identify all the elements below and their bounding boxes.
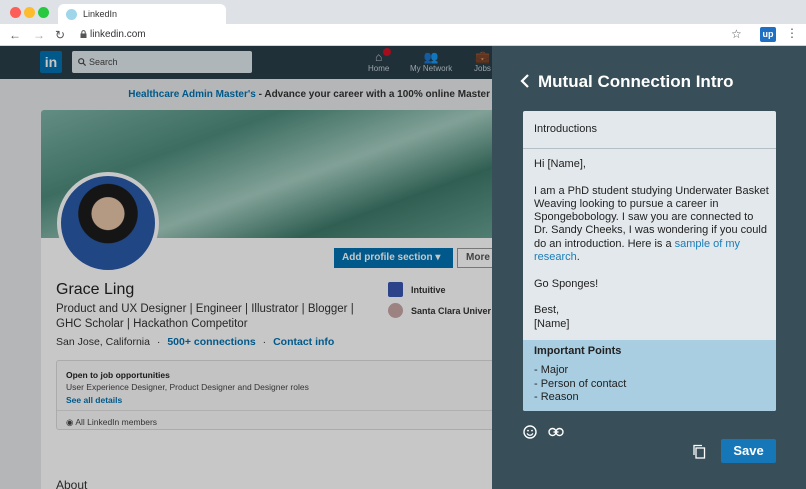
signoff: Best,: [534, 304, 560, 317]
bookmark-star-icon[interactable]: ☆: [731, 27, 742, 41]
points-title: Important Points: [534, 345, 622, 357]
point-item: - Person of contact: [534, 377, 627, 390]
reload-icon[interactable]: ↻: [55, 28, 65, 42]
closing: Go Sponges!: [534, 277, 599, 290]
forward-arrow-icon[interactable]: →: [33, 28, 45, 42]
browser-menu-icon[interactable]: ⋮: [786, 26, 798, 40]
url-field[interactable]: linkedin.com: [90, 29, 146, 40]
lock-icon: [80, 30, 87, 38]
address-bar: ← → ↻ linkedin.com ☆ up ⋮: [0, 24, 806, 46]
maximize-window-button[interactable]: [38, 7, 49, 18]
overlay-dim: [0, 46, 492, 489]
subject-field[interactable]: Introductions: [523, 111, 776, 149]
message-body[interactable]: Hi [Name], I am a PhD student studying U…: [534, 158, 770, 331]
browser-tab[interactable]: LinkedIn: [58, 4, 226, 24]
back-arrow-icon[interactable]: ←: [9, 28, 21, 42]
point-item: - Major: [534, 364, 569, 376]
signature: [Name]: [534, 317, 570, 330]
favicon-icon: [66, 8, 77, 20]
save-button[interactable]: Save: [721, 439, 776, 463]
close-window-button[interactable]: [10, 7, 21, 18]
intro-panel: Mutual Connection Intro Introductions Hi…: [492, 46, 806, 489]
body-paragraph: I am a PhD student studying Underwater B…: [534, 185, 770, 265]
message-editor[interactable]: Introductions Hi [Name], I am a PhD stud…: [523, 111, 776, 411]
extension-icon[interactable]: up: [760, 27, 776, 42]
tab-title: LinkedIn: [83, 9, 118, 19]
point-item: - Reason: [534, 391, 579, 403]
back-chevron-icon[interactable]: [520, 73, 530, 89]
greeting: Hi [Name],: [534, 158, 586, 170]
linkedin-page: in Search ⌂ Home 👥 My Network 💼 Jobs Hea…: [0, 46, 492, 489]
emoji-icon[interactable]: [523, 425, 537, 439]
link-icon[interactable]: [548, 427, 564, 437]
minimize-window-button[interactable]: [24, 7, 35, 18]
browser-tab-strip: LinkedIn: [0, 0, 806, 24]
copy-icon[interactable]: [692, 444, 706, 459]
panel-title: Mutual Connection Intro: [538, 72, 734, 91]
body-end: .: [576, 251, 580, 264]
important-points-box: Important Points - Major - Person of con…: [523, 340, 776, 411]
